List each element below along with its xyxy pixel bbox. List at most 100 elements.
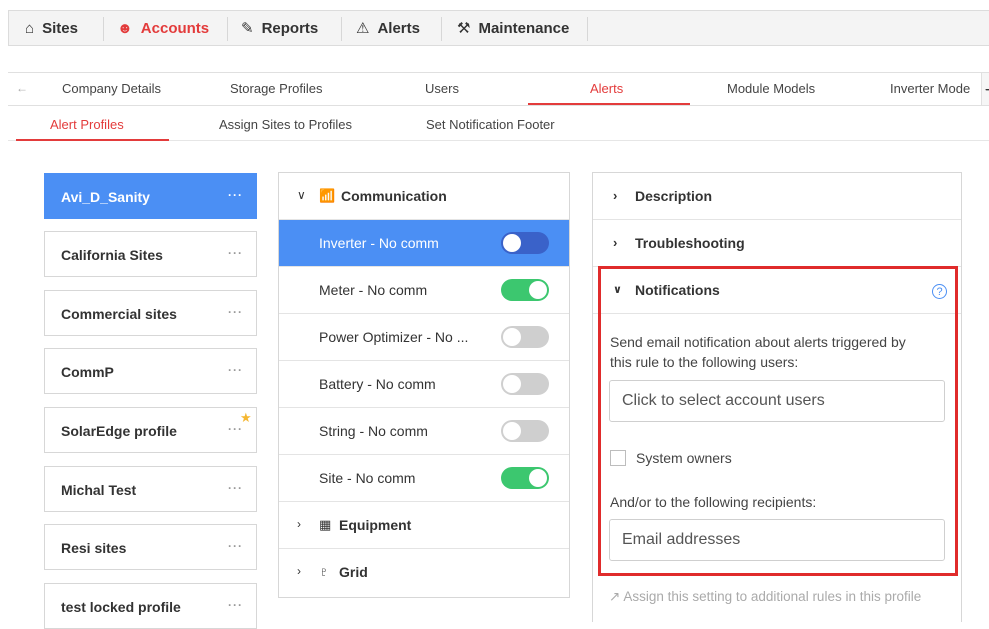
nav-maintenance[interactable]: ⚒ Maintenance <box>457 11 569 45</box>
category-communication[interactable]: ∨ 📶 Communication <box>279 173 569 220</box>
category-grid[interactable]: › ♇ Grid <box>279 549 569 596</box>
top-navigation-bar: ⌂ Sites ☻ Accounts ✎ Reports ⚠ Alerts ⚒ … <box>8 10 989 46</box>
report-edit-icon: ✎ <box>241 20 254 37</box>
nav-separator <box>441 17 442 41</box>
grid-tower-icon: ♇ <box>319 564 329 579</box>
nav-separator <box>341 17 342 41</box>
active-subtab-underline <box>16 139 169 141</box>
profile-item[interactable]: Avi_D_Sanity ··· <box>44 173 257 219</box>
assign-setting-link[interactable]: ↗ Assign this setting to additional rule… <box>609 589 921 605</box>
nav-accounts[interactable]: ☻ Accounts <box>117 11 209 45</box>
nav-sites-label: Sites <box>42 19 78 37</box>
rule-label: Inverter - No comm <box>319 235 439 251</box>
rule-row[interactable]: Power Optimizer - No ... <box>279 314 569 361</box>
rule-label: Battery - No comm <box>319 376 436 392</box>
profile-item[interactable]: CommP ··· <box>44 348 257 394</box>
rule-label: String - No comm <box>319 423 428 439</box>
rule-label: Power Optimizer - No ... <box>319 329 469 345</box>
profile-menu-icon[interactable]: ··· <box>228 246 243 260</box>
rule-label: Site - No comm <box>319 470 416 486</box>
profile-name: test locked profile <box>61 599 181 615</box>
rule-toggle[interactable] <box>501 420 549 442</box>
profile-name: California Sites <box>61 247 163 263</box>
rule-row[interactable]: Site - No comm <box>279 455 569 502</box>
profile-menu-icon[interactable]: ··· <box>228 598 243 612</box>
equipment-icon: ▦ <box>319 517 332 532</box>
rule-row[interactable]: String - No comm <box>279 408 569 455</box>
highlight-frame <box>598 266 958 576</box>
profile-menu-icon[interactable]: ··· <box>228 422 243 436</box>
toggle-knob <box>503 234 521 252</box>
tools-icon: ⚒ <box>457 20 471 37</box>
toggle-knob <box>503 375 521 393</box>
chevron-right-icon: › <box>297 517 301 531</box>
profile-menu-icon[interactable]: ··· <box>228 305 243 319</box>
section-title: Troubleshooting <box>635 235 745 251</box>
scroll-right-icon[interactable]: ➜ <box>981 73 989 105</box>
rule-row[interactable]: Meter - No comm <box>279 267 569 314</box>
rule-toggle[interactable] <box>501 467 549 489</box>
active-tab-underline <box>528 103 690 105</box>
nav-alerts[interactable]: ⚠ Alerts <box>356 11 420 45</box>
profile-menu-icon[interactable]: ··· <box>228 363 243 377</box>
profile-item[interactable]: Resi sites ··· <box>44 524 257 570</box>
share-icon: ↗ <box>609 589 621 604</box>
users-icon: ☻ <box>117 19 133 37</box>
tab-users[interactable]: Users <box>425 81 459 96</box>
subtab-alert-profiles[interactable]: Alert Profiles <box>50 117 124 132</box>
category-equipment[interactable]: › ▦ Equipment <box>279 502 569 549</box>
profile-item[interactable]: SolarEdge profile ★ ··· <box>44 407 257 453</box>
subtab-notification-footer[interactable]: Set Notification Footer <box>426 117 555 132</box>
nav-reports-label: Reports <box>261 19 319 37</box>
nav-sites[interactable]: ⌂ Sites <box>25 11 78 45</box>
profile-menu-icon[interactable]: ··· <box>228 539 243 553</box>
profile-name: Avi_D_Sanity <box>61 189 150 205</box>
tab-company-details[interactable]: Company Details <box>62 81 161 96</box>
category-label: Communication <box>341 188 447 204</box>
rule-row[interactable]: Inverter - No comm <box>279 220 569 267</box>
rule-toggle[interactable] <box>501 373 549 395</box>
rule-toggle[interactable] <box>501 279 549 301</box>
profile-menu-icon[interactable]: ··· <box>228 481 243 495</box>
category-label: Equipment <box>339 517 412 533</box>
rule-toggle[interactable] <box>501 326 549 348</box>
nav-reports[interactable]: ✎ Reports <box>241 11 318 45</box>
toggle-knob <box>529 469 547 487</box>
alert-rules-panel: ∨ 📶 Communication Inverter - No comm Met… <box>278 172 570 598</box>
tab-inverter-models[interactable]: Inverter Mode <box>890 81 970 96</box>
profile-item[interactable]: Commercial sites ··· <box>44 290 257 336</box>
warning-icon: ⚠ <box>356 20 370 37</box>
assign-setting-label: Assign this setting to additional rules … <box>623 589 922 604</box>
home-icon: ⌂ <box>25 19 35 37</box>
scroll-left-icon[interactable]: ← <box>16 81 28 95</box>
section-description[interactable]: › Description <box>593 173 961 220</box>
category-label: Grid <box>339 564 368 580</box>
tab-alerts[interactable]: Alerts <box>590 81 623 96</box>
profile-name: Commercial sites <box>61 306 177 322</box>
section-title: Description <box>635 188 713 204</box>
nav-maintenance-label: Maintenance <box>478 19 570 37</box>
account-tabs-bar: ← Company Details Storage Profiles Users… <box>8 72 989 106</box>
rule-label: Meter - No comm <box>319 282 428 298</box>
profile-name: Resi sites <box>61 540 127 556</box>
profile-name: CommP <box>61 364 114 380</box>
toggle-knob <box>503 422 521 440</box>
nav-alerts-label: Alerts <box>377 19 420 37</box>
profile-item[interactable]: California Sites ··· <box>44 231 257 277</box>
rule-toggle[interactable] <box>501 232 549 254</box>
nav-accounts-label: Accounts <box>140 19 210 37</box>
subtab-assign-sites[interactable]: Assign Sites to Profiles <box>219 117 352 132</box>
wifi-icon: 📶 <box>319 188 336 203</box>
tab-storage-profiles[interactable]: Storage Profiles <box>230 81 323 96</box>
toggle-knob <box>529 281 547 299</box>
chevron-right-icon: › <box>613 235 618 250</box>
profile-menu-icon[interactable]: ··· <box>228 188 243 202</box>
profile-item[interactable]: Michal Test ··· <box>44 466 257 512</box>
rule-row[interactable]: Battery - No comm <box>279 361 569 408</box>
profile-name: Michal Test <box>61 482 137 498</box>
chevron-right-icon: › <box>297 564 301 578</box>
section-troubleshooting[interactable]: › Troubleshooting <box>593 220 961 267</box>
tab-module-models[interactable]: Module Models <box>727 81 815 96</box>
profile-item[interactable]: test locked profile ··· <box>44 583 257 629</box>
profile-name: SolarEdge profile <box>61 423 177 439</box>
